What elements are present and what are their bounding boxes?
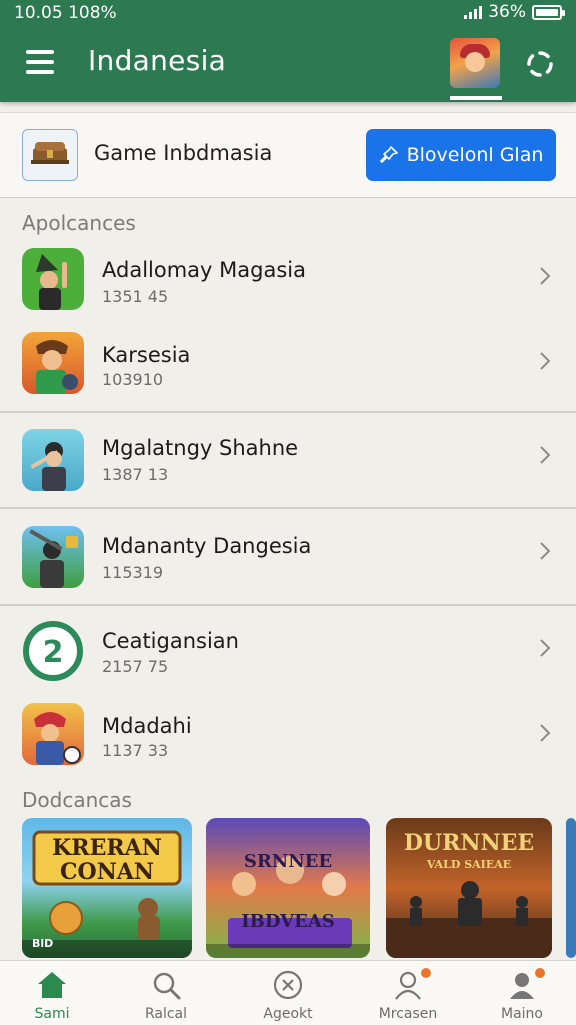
game-card-peek[interactable] [566, 818, 576, 958]
chevron-right-icon [540, 639, 551, 657]
avatar-tab-indicator [450, 96, 502, 100]
chevron-right-icon [540, 542, 551, 560]
app-title: Mdadahi [102, 714, 192, 738]
nav-search[interactable]: Ralcal [118, 961, 214, 1025]
app-header: 10.05 108% 36% Indanesia [0, 0, 576, 102]
app-subtitle: 103910 [102, 370, 164, 389]
status-right: 36% [464, 2, 565, 22]
app-title: Mgalatngy Shahne [102, 436, 299, 460]
nav-label: Sami [34, 1006, 70, 1022]
featured-cta-button[interactable]: Blovelonl Glan [366, 129, 556, 181]
chevron-right-icon [540, 352, 551, 370]
app-title: Indanesia [88, 44, 227, 77]
nav-home[interactable]: Sami [4, 961, 100, 1025]
game-card[interactable]: SRNNEE IBDVEAS [206, 818, 370, 958]
nav-label: Ageokt [263, 1006, 313, 1022]
home-icon [38, 972, 66, 998]
battery-percent: 36% [488, 2, 526, 22]
list-item[interactable]: Mgalatngy Shahne 1387 13 [0, 414, 576, 506]
avatar[interactable] [450, 38, 500, 88]
nav-label: Ralcal [144, 1006, 188, 1022]
chevron-right-icon [540, 267, 551, 285]
game-card-title: KRERAN CONAN [52, 835, 162, 885]
app-icon-wizard [22, 248, 84, 310]
game-card[interactable]: DURNNEE VALD SAIEAE [386, 818, 552, 958]
status-time: 10.05 108% [14, 3, 117, 23]
number-two-icon: 2 [22, 620, 84, 682]
featured-cta-label: Blovelonl Glan [406, 144, 544, 166]
divider [0, 604, 576, 606]
close-circle-icon [273, 970, 303, 1000]
featured-title: Game Inbdmasia [94, 141, 273, 165]
svg-text:2: 2 [43, 635, 64, 670]
game-card[interactable]: KRERAN CONAN BlD [22, 818, 192, 958]
app-subtitle: 2157 75 [102, 657, 169, 676]
app-subtitle: 115319 [102, 563, 164, 582]
app-icon-warrior [22, 526, 84, 588]
nav-label: Maino [501, 1006, 543, 1022]
app-subtitle: 1137 33 [102, 741, 169, 760]
chevron-right-icon [540, 724, 551, 742]
treasure-chest-icon [22, 129, 78, 181]
app-title: Mdananty Dangesia [102, 534, 312, 558]
pin-icon [379, 146, 398, 163]
app-subtitle: 1351 45 [102, 287, 169, 306]
game-card-title: DURNNEE [403, 830, 535, 856]
section-title-cards: Dodcancas [22, 788, 132, 812]
hamburger-menu-icon[interactable] [26, 50, 54, 74]
notification-badge [420, 967, 432, 979]
list-item[interactable]: Mdadahi 1137 33 [0, 691, 576, 777]
chevron-right-icon [540, 446, 551, 464]
app-icon-ninja [22, 703, 84, 765]
featured-card[interactable]: Game Inbdmasia Blovelonl Glan [0, 112, 576, 198]
list-item[interactable]: Mdananty Dangesia 115319 [0, 510, 576, 604]
game-card-title: SRNNEE IBDVEAS [241, 851, 335, 932]
app-title: Karsesia [102, 343, 191, 367]
bottom-navigation: Sami Ralcal Ageokt Mrcasen Maino [0, 960, 576, 1025]
settings-loader-icon[interactable] [526, 50, 554, 78]
nav-account[interactable]: Maino [474, 961, 570, 1025]
list-item[interactable]: Adallomay Magasia 1351 45 [0, 240, 576, 316]
signal-icon [464, 5, 483, 19]
app-title: Adallomay Magasia [102, 258, 306, 282]
section-title-apps: Apolcances [22, 211, 136, 235]
nav-profile[interactable]: Mrcasen [360, 961, 456, 1025]
search-icon [153, 972, 181, 1000]
game-card-subtitle: VALD SAIEAE [426, 858, 512, 871]
game-card-tag: BlD [32, 937, 54, 950]
battery-icon [532, 4, 565, 20]
app-icon-hero [22, 332, 84, 394]
divider [0, 507, 576, 509]
app-title: Ceatigansian [102, 629, 239, 653]
app-subtitle: 1387 13 [102, 465, 169, 484]
nav-close[interactable]: Ageokt [240, 961, 336, 1025]
list-item[interactable]: Karsesia 103910 [0, 323, 576, 403]
divider [0, 411, 576, 413]
app-icon-samurai [22, 429, 84, 491]
notification-badge [534, 967, 546, 979]
status-bar: 10.05 108% 36% [0, 0, 576, 26]
nav-label: Mrcasen [378, 1006, 438, 1022]
list-item[interactable]: 2 Ceatigansian 2157 75 [0, 607, 576, 691]
